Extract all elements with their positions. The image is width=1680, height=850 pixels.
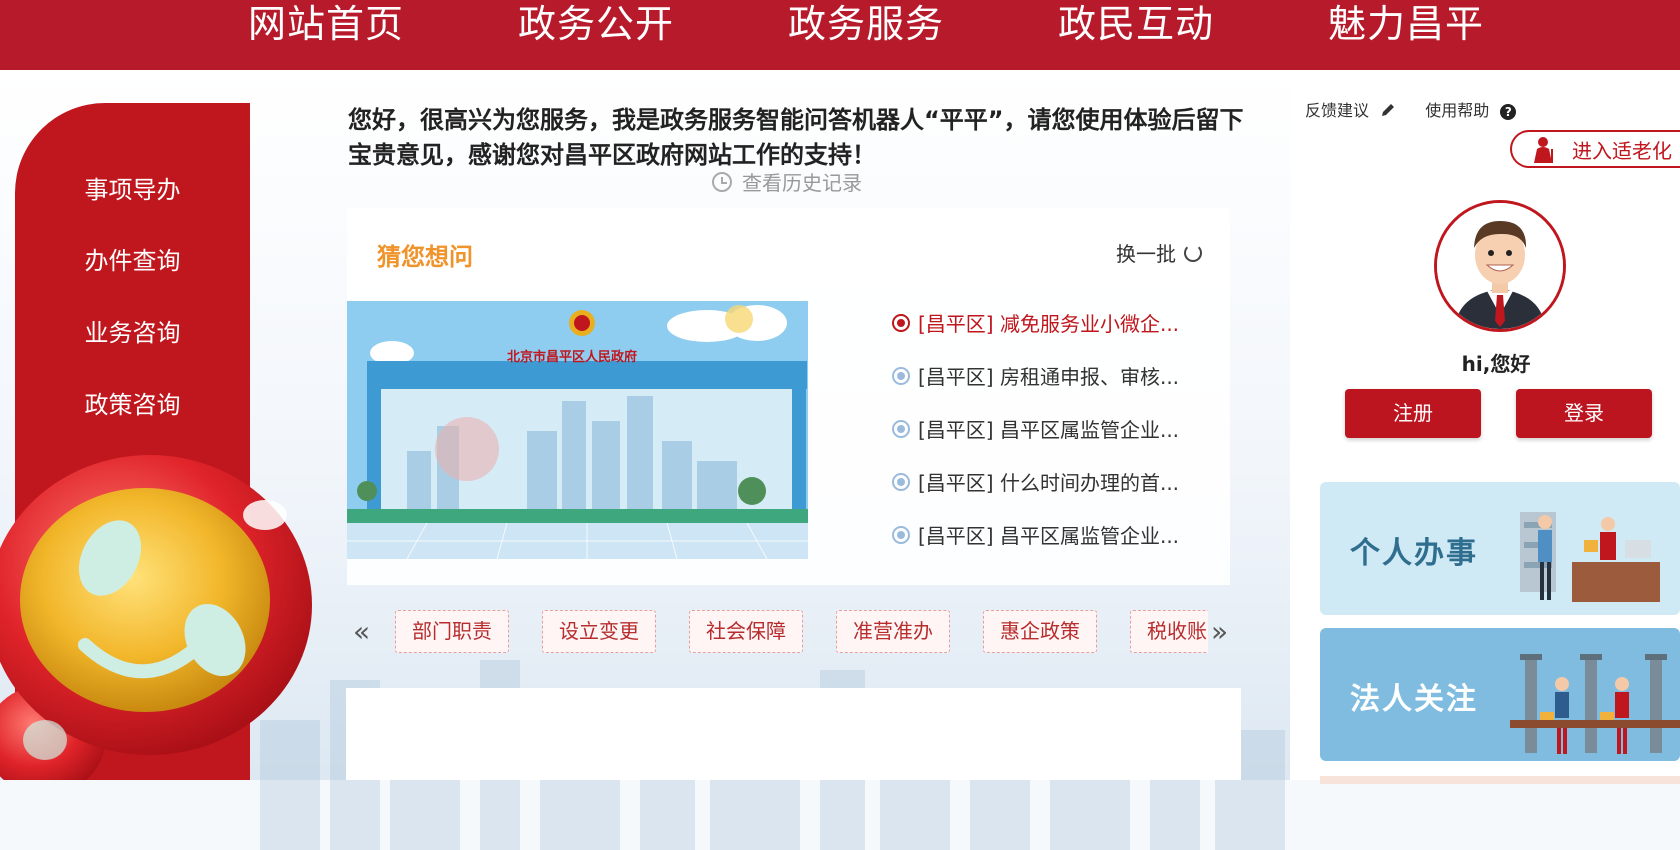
suggested-questions-title: 猜您想问 <box>377 243 473 271</box>
nav-charm-changping[interactable]: 魅力昌平 <box>1328 0 1484 48</box>
top-navigation: 网站首页 政务公开 政务服务 政民互动 魅力昌平 <box>0 0 1680 70</box>
elderly-person-icon <box>1534 137 1553 163</box>
menu-item-case-query[interactable]: 办件查询 <box>15 241 250 276</box>
menu-item-guide[interactable]: 事项导办 <box>15 170 250 205</box>
tags-viewport: 部门职责 设立变更 社会保障 准营准办 惠企政策 税收账 <box>395 610 1208 655</box>
tags-next-arrow-icon[interactable]: » <box>1211 615 1228 648</box>
question-item[interactable]: [昌平区] 房租通申报、审核... <box>892 361 1212 414</box>
nav-home[interactable]: 网站首页 <box>248 0 404 48</box>
legal-entity-card[interactable]: 法人关注 <box>1320 628 1680 761</box>
radio-dot-icon <box>892 420 910 438</box>
legal-entity-title: 法人关注 <box>1350 682 1478 717</box>
tag-operation-permits[interactable]: 准营准办 <box>836 610 950 653</box>
question-item[interactable]: [昌平区] 什么时间办理的首... <box>892 467 1212 520</box>
utility-links: 反馈建议 使用帮助 ? <box>1305 97 1517 121</box>
elderly-mode-label: 进入适老化 <box>1572 139 1672 163</box>
question-text: [昌平区] 昌平区属监管企业... <box>918 418 1180 442</box>
personal-affairs-title: 个人办事 <box>1350 536 1478 571</box>
elderly-mode-button[interactable]: 进入适老化 <box>1510 130 1680 168</box>
refresh-questions-button[interactable]: 换一批 <box>1116 238 1202 267</box>
menu-item-policy-consult[interactable]: 政策咨询 <box>15 385 250 420</box>
radio-dot-icon <box>892 473 910 491</box>
tag-enterprise-policy[interactable]: 惠企政策 <box>983 610 1097 653</box>
refresh-label: 换一批 <box>1116 242 1176 266</box>
banner-illustration: 北京市昌平区人民政府 <box>347 301 808 559</box>
help-link[interactable]: 使用帮助 ? <box>1425 101 1517 120</box>
robot-mascot-illustration <box>0 455 312 780</box>
help-label: 使用帮助 <box>1425 101 1490 120</box>
government-banner-image: 北京市昌平区人民政府 <box>347 301 808 559</box>
suggested-questions-panel: 猜您想问 换一批 北京市昌平区人民政府 [昌平区] 减免服务业小微企... [昌… <box>347 208 1230 585</box>
tag-social-security[interactable]: 社会保障 <box>689 610 803 653</box>
user-greeting: hi,您好 <box>1461 352 1531 376</box>
question-text: [昌平区] 昌平区属监管企业... <box>918 524 1180 548</box>
radio-dot-icon <box>892 526 910 544</box>
pencil-icon <box>1382 104 1395 116</box>
register-button[interactable]: 注册 <box>1345 389 1481 438</box>
topic-tags-bar: « 部门职责 设立变更 社会保障 准营准办 惠企政策 税收账 » <box>347 605 1230 660</box>
tag-dept-duties[interactable]: 部门职责 <box>395 610 509 653</box>
chat-input-area[interactable] <box>346 688 1241 780</box>
suggested-questions-list: [昌平区] 减免服务业小微企... [昌平区] 房租通申报、审核... [昌平区… <box>892 308 1212 573</box>
conference-illustration <box>1510 654 1680 754</box>
personal-affairs-card[interactable]: 个人办事 <box>1320 482 1680 615</box>
user-panel: 反馈建议 使用帮助 ? 进入适老化 hi,您好 注册 登录 个人办事 法人关注 <box>1290 70 1680 784</box>
question-text: [昌平区] 什么时间办理的首... <box>918 471 1180 495</box>
businessman-avatar-illustration <box>1437 203 1563 329</box>
nav-gov-services[interactable]: 政务服务 <box>788 0 944 48</box>
login-button[interactable]: 登录 <box>1516 389 1652 438</box>
question-mark-icon: ? <box>1500 104 1517 120</box>
radio-dot-icon <box>892 367 910 385</box>
question-item[interactable]: [昌平区] 减免服务业小微企... <box>892 308 1212 361</box>
feedback-label: 反馈建议 <box>1305 101 1370 120</box>
question-text: [昌平区] 房租通申报、审核... <box>918 365 1180 389</box>
robot-greeting-text: 您好，很高兴为您服务，我是政务服务智能问答机器人“平平”，请您使用体验后留下宝贵… <box>348 106 1244 169</box>
radio-dot-icon <box>892 314 910 332</box>
nav-gov-affairs-open[interactable]: 政务公开 <box>518 0 674 48</box>
menu-item-business-consult[interactable]: 业务咨询 <box>15 313 250 348</box>
refresh-icon <box>1184 244 1202 262</box>
office-counter-illustration <box>1520 512 1660 602</box>
history-icon <box>712 172 732 192</box>
tag-tax[interactable]: 税收账 <box>1130 610 1208 653</box>
nav-interaction[interactable]: 政民互动 <box>1058 0 1214 48</box>
banner-caption: 北京市昌平区人民政府 <box>507 349 637 365</box>
question-item[interactable]: [昌平区] 昌平区属监管企业... <box>892 414 1212 467</box>
tag-establish-change[interactable]: 设立变更 <box>542 610 656 653</box>
history-label: 查看历史记录 <box>742 171 862 195</box>
question-text: [昌平区] 减免服务业小微企... <box>918 312 1180 336</box>
question-item[interactable]: [昌平区] 昌平区属监管企业... <box>892 520 1212 573</box>
tags-prev-arrow-icon[interactable]: « <box>353 615 370 648</box>
next-card-edge <box>1320 776 1680 784</box>
avatar <box>1434 200 1566 332</box>
view-history-link[interactable]: 查看历史记录 <box>712 167 862 196</box>
feedback-link[interactable]: 反馈建议 <box>1305 101 1401 120</box>
